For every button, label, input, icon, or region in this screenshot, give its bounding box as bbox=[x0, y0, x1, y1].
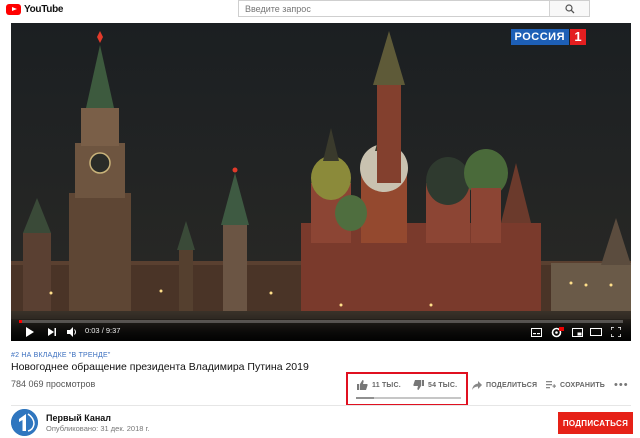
tv-channel-watermark: РОССИЯ 1 bbox=[510, 28, 586, 46]
share-button[interactable]: ПОДЕЛИТЬСЯ bbox=[472, 378, 537, 392]
divider bbox=[11, 405, 631, 406]
youtube-logo-icon bbox=[6, 3, 21, 15]
more-icon: ••• bbox=[614, 379, 629, 391]
theater-button[interactable] bbox=[589, 325, 603, 339]
save-playlist-icon bbox=[546, 380, 556, 388]
share-icon bbox=[472, 380, 482, 390]
publish-date: Опубликовано: 31 дек. 2018 г. bbox=[46, 424, 150, 433]
view-count: 784 069 просмотров bbox=[11, 379, 96, 389]
volume-button[interactable] bbox=[65, 325, 79, 339]
share-label: ПОДЕЛИТЬСЯ bbox=[486, 381, 538, 389]
highlight-box bbox=[346, 372, 468, 406]
volume-icon bbox=[66, 327, 76, 337]
watermark-number: 1 bbox=[570, 29, 586, 45]
miniplayer-icon bbox=[571, 327, 583, 337]
trending-link[interactable]: #2 НА ВКЛАДКЕ "В ТРЕНДЕ" bbox=[11, 352, 111, 359]
watermark-word: РОССИЯ bbox=[510, 29, 569, 45]
next-button[interactable] bbox=[45, 325, 59, 339]
search-icon bbox=[564, 3, 574, 13]
more-actions-button[interactable]: ••• bbox=[614, 379, 629, 391]
play-button[interactable] bbox=[23, 325, 37, 339]
settings-button[interactable] bbox=[549, 325, 565, 339]
fullscreen-button[interactable] bbox=[609, 325, 623, 339]
video-title: Новогоднее обращение президента Владимир… bbox=[11, 361, 309, 373]
search-input[interactable] bbox=[239, 1, 549, 16]
channel-name[interactable]: Первый Канал bbox=[46, 413, 111, 423]
miniplayer-button[interactable] bbox=[570, 325, 584, 339]
search-bar bbox=[238, 0, 590, 17]
channel-avatar[interactable] bbox=[11, 409, 38, 436]
video-player[interactable]: РОССИЯ 1 0:03 / 9:37 bbox=[11, 23, 631, 341]
next-icon bbox=[48, 328, 56, 336]
save-button[interactable]: СОХРАНИТЬ bbox=[546, 378, 605, 392]
fullscreen-icon bbox=[611, 327, 621, 337]
channel-avatar-icon bbox=[11, 409, 38, 436]
time-display: 0:03 / 9:37 bbox=[85, 326, 120, 335]
subtitles-icon bbox=[530, 327, 542, 337]
subscribe-button[interactable]: ПОДПИСАТЬСЯ bbox=[558, 412, 633, 434]
player-controls: 0:03 / 9:37 bbox=[11, 319, 631, 341]
search-button[interactable] bbox=[549, 1, 589, 16]
youtube-logo[interactable]: YouTube bbox=[6, 2, 64, 16]
progress-bar[interactable] bbox=[19, 320, 623, 323]
logo-text: YouTube bbox=[24, 3, 64, 15]
current-time: 0:03 bbox=[85, 326, 100, 335]
duration: 9:37 bbox=[105, 326, 121, 335]
top-bar: YouTube bbox=[0, 0, 640, 18]
theater-icon bbox=[590, 328, 602, 336]
settings-icon bbox=[551, 326, 564, 337]
play-icon bbox=[26, 327, 34, 337]
subtitles-button[interactable] bbox=[529, 325, 543, 339]
progress-fill bbox=[19, 320, 23, 323]
save-label: СОХРАНИТЬ bbox=[560, 381, 606, 389]
video-frame bbox=[11, 23, 631, 341]
